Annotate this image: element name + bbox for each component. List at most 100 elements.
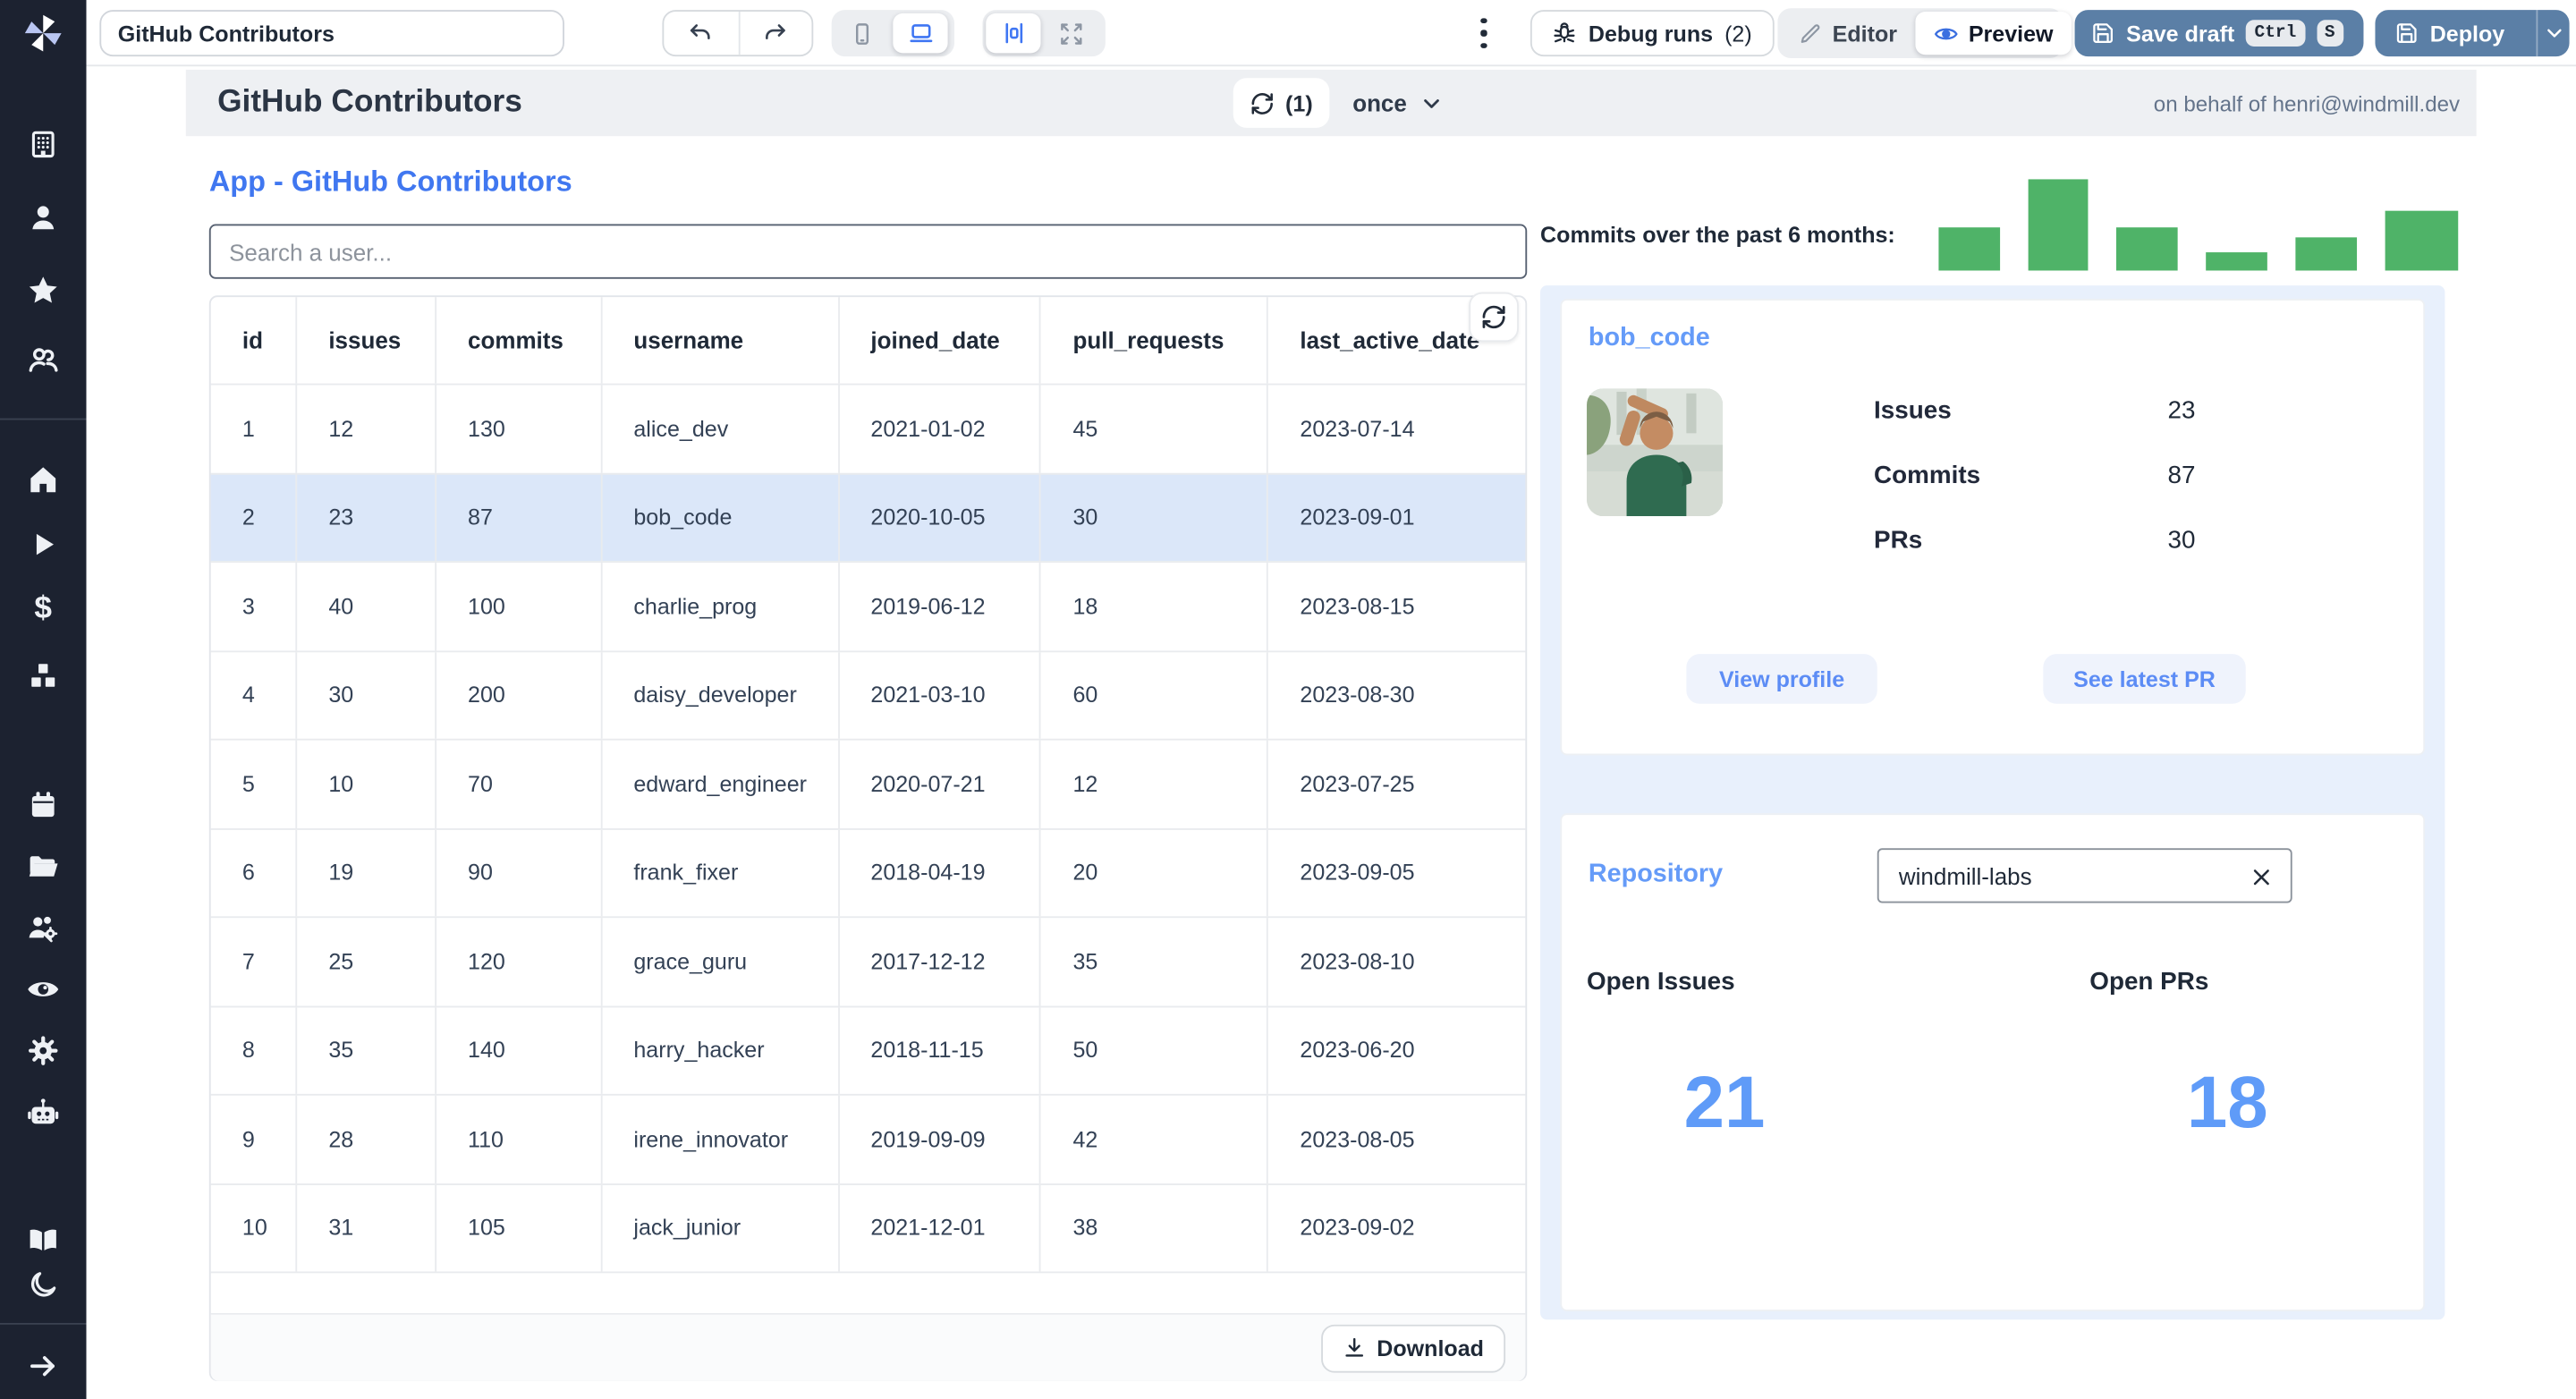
- editor-tab[interactable]: Editor: [1781, 12, 1915, 55]
- redo-button[interactable]: [737, 11, 812, 55]
- app-title-input[interactable]: [99, 10, 564, 57]
- sidebar-divider: [0, 418, 87, 420]
- building-icon[interactable]: [27, 128, 60, 161]
- refresh-icon: [1252, 92, 1274, 114]
- debug-runs-button[interactable]: Debug runs (2): [1530, 10, 1774, 57]
- table-cell: 2021-01-02: [837, 385, 1039, 472]
- table-cell: edward_engineer: [600, 740, 837, 828]
- table-cell: 2023-08-30: [1267, 651, 1525, 739]
- mobile-view-icon[interactable]: [835, 13, 889, 54]
- folder-open-icon[interactable]: [26, 849, 61, 884]
- on-behalf-label: on behalf of henri@windmill.dev: [2153, 90, 2461, 115]
- table-cell: 140: [434, 1006, 600, 1094]
- moon-icon[interactable]: [28, 1269, 59, 1301]
- table-cell: bob_code: [600, 473, 837, 562]
- recompute-button[interactable]: (1): [1233, 78, 1330, 128]
- table-row[interactable]: 10 31 105 jack_junior 2021-12-01 38 2023-09-02: [210, 1183, 1526, 1272]
- repository-input[interactable]: [1878, 850, 2228, 902]
- see-latest-pr-button[interactable]: See latest PR: [2043, 654, 2246, 704]
- stat-value: 21: [1683, 1062, 1766, 1144]
- table-cell: 4: [242, 683, 255, 708]
- table-cell: 2020-10-05: [837, 473, 1039, 562]
- table-row[interactable]: 9 28 110 irene_innovator 2019-09-09 42 2023-08…: [210, 1093, 1526, 1183]
- expand-icon[interactable]: [1044, 13, 1098, 54]
- table-refresh-button[interactable]: [1469, 292, 1519, 343]
- table-row[interactable]: 4 30 200 daisy_developer 2021-03-10 60 2023-08…: [210, 649, 1526, 739]
- calendar-icon[interactable]: [27, 788, 60, 821]
- table-cell: 2017-12-12: [837, 918, 1039, 1005]
- deploy-button[interactable]: Deploy: [2375, 10, 2524, 56]
- view-profile-button[interactable]: View profile: [1686, 654, 1877, 704]
- boxes-icon[interactable]: [26, 658, 61, 693]
- repo-stat-block: Open PRs 18: [2089, 968, 2365, 1146]
- table-header-cell: pull_requests: [1039, 297, 1267, 384]
- user-stat-row: Issues 23: [1874, 397, 2388, 426]
- undo-button[interactable]: [664, 12, 738, 55]
- sidebar: $: [0, 0, 87, 1399]
- stat-value: 18: [2186, 1062, 2268, 1144]
- editor-toolbar: Debug runs (2) Editor Preview Save draft…: [86, 0, 2576, 67]
- table-cell: 28: [295, 1095, 435, 1183]
- table-cell: 30: [1039, 473, 1267, 562]
- save-draft-button[interactable]: Save draft Ctrl S: [2074, 10, 2364, 57]
- table-header-row: id issues commits username joined_date pull_r…: [211, 297, 1526, 384]
- star-icon[interactable]: [26, 273, 61, 308]
- clear-icon[interactable]: [2246, 861, 2275, 891]
- user-stat-row: Commits 87: [1874, 462, 2388, 490]
- table-cell: 6: [242, 860, 255, 886]
- table-row[interactable]: 5 10 70 edward_engineer 2020-07-21 12 2023-07-…: [210, 738, 1526, 828]
- dollar-icon[interactable]: $: [34, 593, 52, 624]
- stat-value: 23: [2167, 396, 2196, 426]
- chart-bar: [2206, 252, 2267, 271]
- home-icon[interactable]: [27, 463, 60, 496]
- deploy-dropdown-chevron[interactable]: [2536, 10, 2569, 57]
- stat-value: 30: [2167, 526, 2196, 555]
- table-cell: 23: [295, 473, 435, 562]
- table-cell: daisy_developer: [600, 651, 837, 739]
- table-cell: 12: [295, 385, 435, 472]
- table-cell: 2019-09-09: [837, 1095, 1039, 1183]
- book-open-icon[interactable]: [26, 1223, 61, 1258]
- more-options-kebab[interactable]: [1469, 15, 1498, 52]
- table-cell: 2023-08-05: [1267, 1095, 1525, 1183]
- table-row[interactable]: 2 23 87 bob_code 2020-10-05 30 2023-09-01: [210, 471, 1526, 562]
- desktop-view-icon[interactable]: [893, 13, 948, 54]
- avatar: [1587, 388, 1724, 517]
- pencil-icon: [1801, 24, 1820, 43]
- users-settings-icon[interactable]: [25, 910, 62, 946]
- search-input[interactable]: [208, 224, 1528, 279]
- windmill-app-editor: $ GitHub Contributors Debug runs (2) Edi…: [0, 0, 2576, 1399]
- windmill-logo-icon[interactable]: [21, 12, 64, 55]
- table-cell: grace_guru: [600, 918, 837, 1005]
- arrow-right-icon[interactable]: [27, 1350, 60, 1383]
- table-cell: 2023-08-10: [1267, 918, 1525, 1005]
- table-row[interactable]: 3 40 100 charlie_prog 2019-06-12 18 2023-08-15: [210, 561, 1526, 650]
- table-cell: jack_junior: [600, 1184, 837, 1272]
- play-icon[interactable]: [28, 529, 59, 560]
- table-cell: 5: [242, 771, 255, 797]
- table-cell: 2021-03-10: [837, 651, 1039, 739]
- table-row[interactable]: 7 25 120 grace_guru 2017-12-12 35 2023-08-10: [210, 916, 1526, 1005]
- kbd-s: S: [2316, 20, 2343, 47]
- stat-label: Commits: [1874, 461, 1981, 490]
- table-row[interactable]: 6 19 90 frank_fixer 2018-04-19 20 2023-09-05: [210, 827, 1526, 917]
- robot-icon[interactable]: [25, 1096, 62, 1132]
- table-cell: 2023-07-14: [1267, 385, 1525, 472]
- table-row[interactable]: 8 35 140 harry_hacker 2018-11-15 50 2023-06-20: [210, 1005, 1526, 1094]
- table-row[interactable]: 1 12 130 alice_dev 2021-01-02 45 2023-07-14: [210, 383, 1526, 472]
- center-layout-icon[interactable]: [986, 13, 1041, 54]
- table-header-cell: issues: [295, 297, 435, 384]
- user-icon[interactable]: [27, 201, 60, 234]
- table-cell: 87: [434, 473, 600, 562]
- table-cell: 20: [1039, 828, 1267, 917]
- schedule-dropdown[interactable]: once: [1352, 89, 1443, 116]
- download-button[interactable]: Download: [1320, 1323, 1506, 1372]
- preview-tab[interactable]: Preview: [1915, 11, 2072, 55]
- settings-gear-icon[interactable]: [26, 1033, 61, 1068]
- eye-icon[interactable]: [25, 971, 62, 1008]
- repository-card: Repository Open Issues 21 Open PRs 18: [1560, 813, 2426, 1311]
- table-cell: 60: [1039, 651, 1267, 739]
- table-cell: 2023-08-15: [1267, 563, 1525, 650]
- table-cell: 25: [295, 918, 435, 1005]
- users-icon[interactable]: [26, 343, 61, 377]
